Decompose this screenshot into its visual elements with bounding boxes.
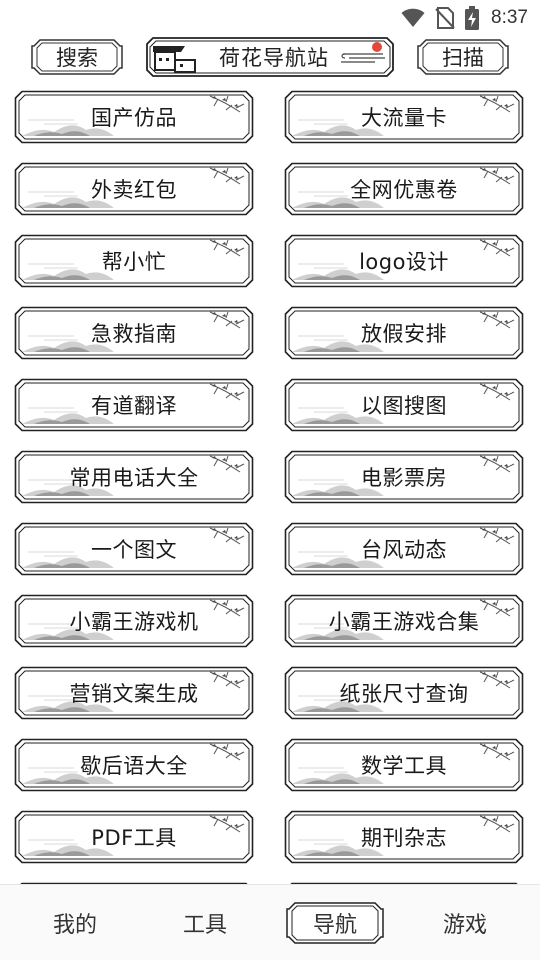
nav-card-label: logo设计 <box>359 250 449 274</box>
nav-card[interactable]: 营销文案生成 <box>14 666 254 720</box>
nav-card-label: 小霸王游戏机 <box>69 610 199 634</box>
nav-card[interactable]: 外卖红包 <box>14 162 254 216</box>
scan-button[interactable]: 扫描 <box>416 38 510 76</box>
nav-card[interactable]: 放假安排 <box>284 306 524 360</box>
tab-label: 导航 <box>312 913 357 938</box>
nav-card-label: 有道翻译 <box>91 394 177 418</box>
nav-card-label: 全网优惠卷 <box>350 178 458 202</box>
nav-card-label: 放假安排 <box>361 322 447 346</box>
header: 搜索 荷花导航站 扫描 <box>0 36 540 80</box>
app-title: 荷花导航站 <box>219 46 329 70</box>
nav-card[interactable]: 小霸王游戏合集 <box>284 594 524 648</box>
nav-card[interactable]: 数学工具 <box>284 738 524 792</box>
nav-card[interactable]: 小霸王游戏机 <box>14 594 254 648</box>
nav-card[interactable]: logo设计 <box>284 234 524 288</box>
tab-games[interactable]: 游戏 <box>415 895 515 951</box>
nav-card[interactable]: 有道翻译 <box>14 378 254 432</box>
nav-card-label: 小霸王游戏合集 <box>328 610 480 634</box>
nav-card-label: 帮小忙 <box>101 250 167 274</box>
nav-card[interactable]: 大流量卡 <box>284 90 524 144</box>
nav-card[interactable]: 台风动态 <box>284 522 524 576</box>
tab-navigation[interactable]: 导航 <box>285 895 385 951</box>
nav-card-label: 常用电话大全 <box>69 466 199 490</box>
nav-card[interactable]: 帮小忙 <box>14 234 254 288</box>
title-box: 荷花导航站 <box>145 36 395 78</box>
tab-tools[interactable]: 工具 <box>155 895 255 951</box>
status-bar: 8:37 <box>0 0 540 36</box>
tab-label: 游戏 <box>442 913 487 938</box>
nav-card-label: 营销文案生成 <box>69 682 199 706</box>
nav-card-label: 期刊杂志 <box>361 826 447 850</box>
battery-charging-icon <box>465 6 480 30</box>
nav-card-label: 急救指南 <box>91 322 177 346</box>
nav-card[interactable]: 以图搜图 <box>284 378 524 432</box>
nav-card[interactable]: 一个图文 <box>14 522 254 576</box>
tab-mine[interactable]: 我的 <box>25 895 125 951</box>
bottom-nav: 我的 工具 导航 游戏 <box>0 884 540 960</box>
status-icons: 8:37 <box>401 6 528 30</box>
nav-card[interactable]: 歇后语大全 <box>14 738 254 792</box>
nav-card[interactable]: PDF工具 <box>14 810 254 864</box>
tab-label: 我的 <box>52 913 97 938</box>
wifi-icon <box>401 8 425 27</box>
tab-label: 工具 <box>182 913 227 938</box>
status-time: 8:37 <box>491 7 528 28</box>
scan-label: 扫描 <box>442 46 484 70</box>
nav-card-label: 一个图文 <box>91 538 177 562</box>
nav-card-label: 数学工具 <box>361 754 447 778</box>
nav-card[interactable]: 常用电话大全 <box>14 450 254 504</box>
search-button[interactable]: 搜索 <box>30 38 124 76</box>
house-icon <box>153 46 196 73</box>
nav-card[interactable]: 全网优惠卷 <box>284 162 524 216</box>
search-label: 搜索 <box>56 46 98 70</box>
nav-card-label: 外卖红包 <box>91 178 177 202</box>
nav-card[interactable]: 纸张尺寸查询 <box>284 666 524 720</box>
nav-card-label: 纸张尺寸查询 <box>339 682 469 706</box>
nav-card-label: 国产仿品 <box>91 106 177 130</box>
nav-card-label: 电影票房 <box>361 466 447 490</box>
nav-card-label: 台风动态 <box>361 538 447 562</box>
nav-card[interactable]: 期刊杂志 <box>284 810 524 864</box>
nav-card-label: 大流量卡 <box>361 106 447 130</box>
nav-card[interactable]: 国产仿品 <box>14 90 254 144</box>
sun-cloud-icon <box>341 42 385 63</box>
nav-card[interactable]: 急救指南 <box>14 306 254 360</box>
no-sim-icon <box>435 7 455 29</box>
nav-card[interactable]: 电影票房 <box>284 450 524 504</box>
nav-card-label: 以图搜图 <box>361 394 447 418</box>
nav-grid: 国产仿品 大流量卡外卖红包 全网优惠卷帮小忙 logo设计急救指南 放假安排有道翻译 以图… <box>0 90 540 890</box>
nav-card-label: PDF工具 <box>91 826 177 850</box>
nav-card-label: 歇后语大全 <box>80 754 188 778</box>
